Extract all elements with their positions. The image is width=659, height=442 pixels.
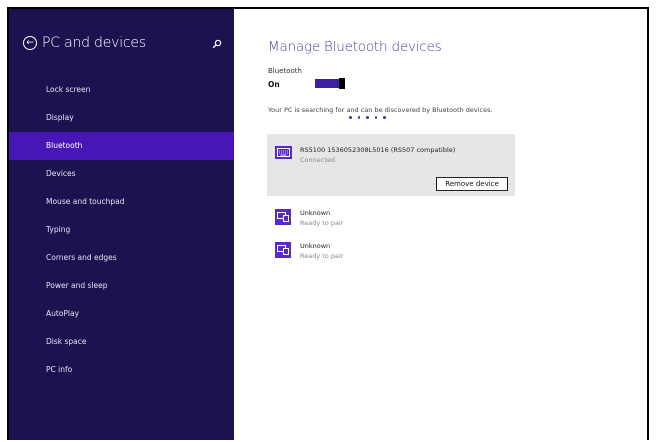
sidebar-item-display[interactable]: Display <box>9 104 234 132</box>
progress-dot <box>357 116 360 119</box>
progress-dot <box>374 116 377 119</box>
sidebar-item-pc-info[interactable]: PC info <box>9 356 234 384</box>
sidebar-nav: Lock screen Display Bluetooth Devices Mo… <box>9 76 234 384</box>
sidebar-item-bluetooth[interactable]: Bluetooth <box>9 132 234 160</box>
page-title: Manage Bluetooth devices <box>268 39 442 55</box>
device-name: RS5100 1536052308L5016 (RS507 compatible… <box>300 146 456 154</box>
device-item[interactable]: Unknown Ready to pair <box>267 205 515 233</box>
sidebar: ← PC and devices Lock screen Display Blu… <box>9 9 234 440</box>
sidebar-item-devices[interactable]: Devices <box>9 160 234 188</box>
sidebar-item-mouse-and-touchpad[interactable]: Mouse and touchpad <box>9 188 234 216</box>
settings-window: ← PC and devices Lock screen Display Blu… <box>7 7 649 440</box>
device-status: Ready to pair <box>300 252 344 260</box>
device-item[interactable]: Unknown Ready to pair <box>267 238 515 266</box>
back-arrow-icon[interactable]: ← <box>23 36 37 50</box>
sidebar-item-power-and-sleep[interactable]: Power and sleep <box>9 272 234 300</box>
bluetooth-toggle[interactable] <box>315 78 345 89</box>
bluetooth-state: On <box>268 80 280 89</box>
toggle-thumb <box>339 78 345 89</box>
progress-dot <box>366 116 369 119</box>
searching-text: Your PC is searching for and can be disc… <box>268 106 493 114</box>
sidebar-item-autoplay[interactable]: AutoPlay <box>9 300 234 328</box>
searching-progress-dots <box>349 116 386 119</box>
sidebar-item-corners-and-edges[interactable]: Corners and edges <box>9 244 234 272</box>
keyboard-icon <box>275 146 292 159</box>
device-icon <box>275 209 291 225</box>
sidebar-item-lock-screen[interactable]: Lock screen <box>9 76 234 104</box>
sidebar-item-disk-space[interactable]: Disk space <box>9 328 234 356</box>
sidebar-title: PC and devices <box>42 35 146 51</box>
sidebar-header: ← PC and devices <box>23 35 146 51</box>
main-content: Manage Bluetooth devices Bluetooth On Yo… <box>234 9 647 440</box>
bluetooth-label: Bluetooth <box>268 67 302 75</box>
sidebar-item-typing[interactable]: Typing <box>9 216 234 244</box>
progress-dot <box>383 116 386 119</box>
device-status: Connected <box>300 156 336 164</box>
progress-dot <box>349 116 352 119</box>
device-status: Ready to pair <box>300 219 344 227</box>
device-name: Unknown <box>300 209 331 217</box>
device-item-selected[interactable]: RS5100 1536052308L5016 (RS507 compatible… <box>267 134 515 196</box>
remove-device-button[interactable]: Remove device <box>436 177 508 191</box>
search-icon[interactable] <box>212 39 222 49</box>
device-name: Unknown <box>300 242 331 250</box>
device-icon <box>275 242 291 258</box>
